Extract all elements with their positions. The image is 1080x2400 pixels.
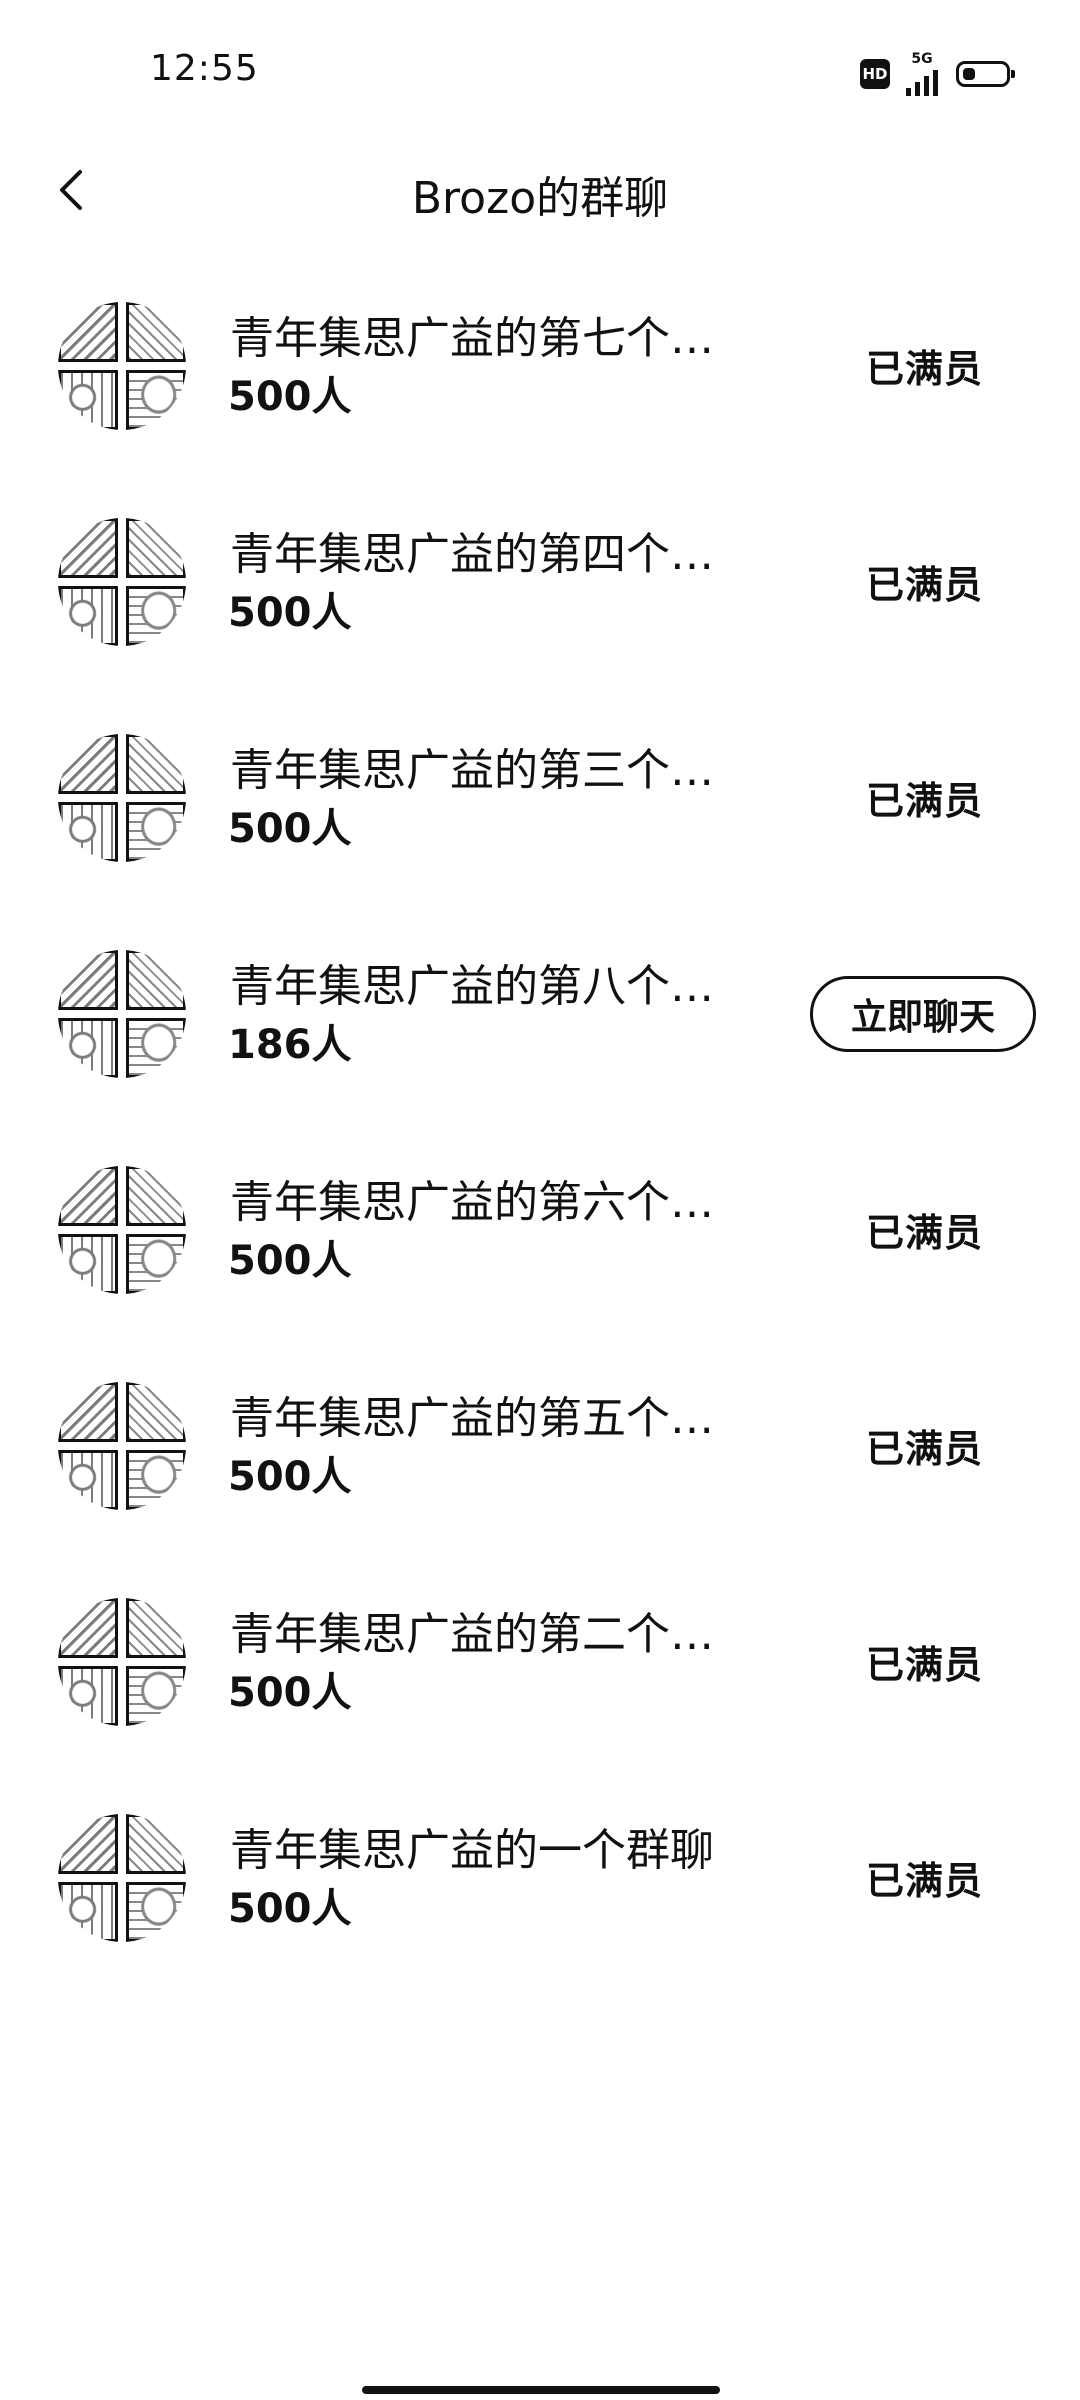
avatar-tile — [126, 518, 186, 578]
avatar-tile — [126, 370, 186, 430]
status-time: 12:55 — [150, 48, 259, 89]
chat-now-button[interactable]: 立即聊天 — [810, 976, 1036, 1052]
avatar-tile — [126, 1450, 186, 1510]
avatar-tile — [126, 950, 186, 1010]
group-list-item[interactable]: 青年集思广益的第四个… 500人 已满员 — [0, 506, 1080, 722]
group-full-label: 已满员 — [866, 1427, 984, 1471]
group-avatar — [58, 734, 186, 862]
group-name: 青年集思广益的第四个… — [230, 529, 714, 580]
avatar-tile — [126, 1382, 186, 1442]
group-avatar — [58, 1166, 186, 1294]
page-title: Brozo的群聊 — [411, 173, 669, 224]
avatar-tile — [126, 1598, 186, 1658]
member-count: 500人 — [228, 374, 352, 420]
member-count: 500人 — [228, 1454, 352, 1500]
group-full-label: 已满员 — [866, 347, 984, 391]
group-avatar — [58, 950, 186, 1078]
signal-bars — [906, 66, 938, 96]
home-indicator[interactable] — [362, 2386, 720, 2394]
status-bar: 12:55 HD 5G — [0, 0, 1080, 140]
avatar-tile — [58, 1166, 118, 1226]
group-list-item[interactable]: 青年集思广益的第三个… 500人 已满员 — [0, 722, 1080, 938]
avatar-tile — [58, 1598, 118, 1658]
group-avatar — [58, 1382, 186, 1510]
avatar-tile — [126, 1882, 186, 1942]
avatar-tile — [126, 802, 186, 862]
avatar-tile — [58, 586, 118, 646]
group-name: 青年集思广益的一个群聊 — [230, 1825, 714, 1876]
member-count: 500人 — [228, 806, 352, 852]
group-avatar — [58, 1814, 186, 1942]
signal-icon: 5G — [906, 52, 938, 96]
network-type-label: 5G — [911, 51, 933, 67]
header-bar: Brozo的群聊 — [0, 140, 1080, 240]
hd-icon: HD — [860, 59, 890, 89]
group-list: 青年集思广益的第七个… 500人 已满员 青年集思广益的第四个… 500人 已满员 青年集思… — [0, 290, 1080, 2018]
avatar-tile — [126, 302, 186, 362]
group-full-label: 已满员 — [866, 779, 984, 823]
avatar-tile — [126, 1814, 186, 1874]
member-count: 186人 — [228, 1022, 352, 1068]
avatar-tile — [58, 1450, 118, 1510]
avatar-tile — [58, 1382, 118, 1442]
group-full-label: 已满员 — [866, 1643, 984, 1687]
avatar-tile — [58, 518, 118, 578]
avatar-tile — [58, 802, 118, 862]
group-name: 青年集思广益的第三个… — [230, 745, 714, 796]
battery-icon — [956, 61, 1015, 87]
group-full-label: 已满员 — [866, 563, 984, 607]
avatar-tile — [126, 1018, 186, 1078]
group-name: 青年集思广益的第七个… — [230, 313, 714, 364]
avatar-tile — [126, 1166, 186, 1226]
avatar-tile — [58, 1666, 118, 1726]
status-icons: HD 5G — [860, 52, 1015, 96]
avatar-tile — [58, 950, 118, 1010]
avatar-tile — [126, 1666, 186, 1726]
group-list-item[interactable]: 青年集思广益的第二个… 500人 已满员 — [0, 1586, 1080, 1802]
avatar-tile — [58, 302, 118, 362]
group-name: 青年集思广益的第五个… — [230, 1393, 714, 1444]
avatar-tile — [58, 1882, 118, 1942]
avatar-tile — [58, 370, 118, 430]
group-list-item[interactable]: 青年集思广益的第八个… 186人 立即聊天 — [0, 938, 1080, 1154]
group-avatar — [58, 518, 186, 646]
group-full-label: 已满员 — [866, 1859, 984, 1903]
group-list-item[interactable]: 青年集思广益的第七个… 500人 已满员 — [0, 290, 1080, 506]
group-avatar — [58, 1598, 186, 1726]
avatar-tile — [58, 1814, 118, 1874]
avatar-tile — [58, 734, 118, 794]
group-name: 青年集思广益的第二个… — [230, 1609, 714, 1660]
member-count: 500人 — [228, 1886, 352, 1932]
group-full-label: 已满员 — [866, 1211, 984, 1255]
member-count: 500人 — [228, 1238, 352, 1284]
avatar-tile — [58, 1018, 118, 1078]
group-list-item[interactable]: 青年集思广益的第五个… 500人 已满员 — [0, 1370, 1080, 1586]
group-avatar — [58, 302, 186, 430]
member-count: 500人 — [228, 590, 352, 636]
group-list-item[interactable]: 青年集思广益的第六个… 500人 已满员 — [0, 1154, 1080, 1370]
avatar-tile — [126, 1234, 186, 1294]
avatar-tile — [58, 1234, 118, 1294]
group-list-item[interactable]: 青年集思广益的一个群聊 500人 已满员 — [0, 1802, 1080, 2018]
group-name: 青年集思广益的第六个… — [230, 1177, 714, 1228]
member-count: 500人 — [228, 1670, 352, 1716]
avatar-tile — [126, 734, 186, 794]
group-name: 青年集思广益的第八个… — [230, 961, 714, 1012]
avatar-tile — [126, 586, 186, 646]
